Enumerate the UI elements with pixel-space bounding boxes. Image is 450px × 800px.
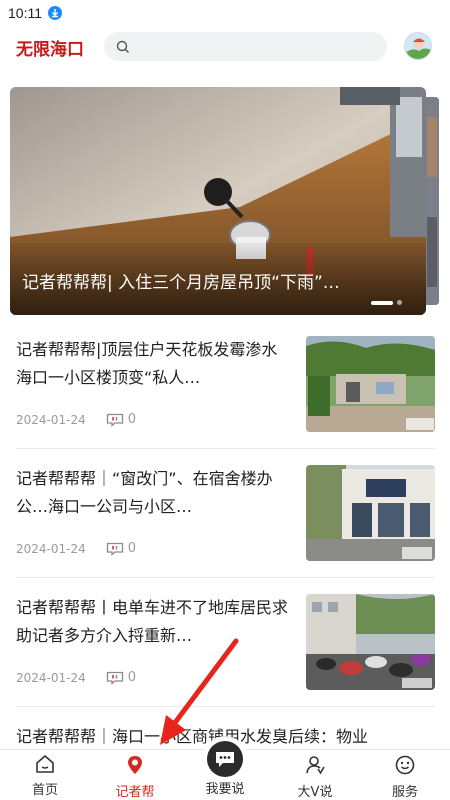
carousel-dot [397,300,402,305]
news-meta: 2024-01-24 0 [16,670,136,685]
comment-icon [106,671,123,685]
tab-label: 记者帮 [115,785,155,800]
header: 无限海口 [0,26,450,70]
news-date: 2024-01-24 [16,670,86,685]
comment-count: 0 [106,541,136,556]
news-title[interactable]: 记者帮帮帮|顶层住户天花板发霉渗水海口一小区楼顶变“私人… [16,336,292,392]
news-date: 2024-01-24 [16,412,86,427]
search-icon [116,40,130,53]
news-title[interactable]: 记者帮帮帮丨电单车进不了地库居民求助记者多方介入捋重新… [16,594,292,650]
banner-title[interactable]: 记者帮帮帮| 入住三个月房屋吊顶“下雨”… [22,268,408,293]
search-bar[interactable] [104,32,387,61]
tab-big-v[interactable]: 大V说 [270,750,360,800]
home-icon [36,755,54,773]
divider [16,448,435,449]
divider [16,577,435,578]
comment-icon [106,413,123,427]
news-meta: 2024-01-24 0 [16,541,136,556]
next-banner-preview[interactable] [425,97,439,305]
carousel-indicator [371,300,402,305]
search-input[interactable] [138,39,368,54]
chat-bubble-icon [207,741,243,777]
news-item[interactable]: 记者帮帮帮｜“窗改门”、在宿舍楼办公…海口一公司与小区… 2024-01-24 … [16,465,435,595]
banner-carousel[interactable]: 记者帮帮帮| 入住三个月房屋吊顶“下雨”… [10,87,426,315]
carousel-dot-active [371,300,393,305]
user-avatar[interactable] [404,32,432,60]
news-title[interactable]: 记者帮帮帮｜“窗改门”、在宿舍楼办公…海口一公司与小区… [16,465,292,521]
bottom-tab-bar: 首页 记者帮 我要说 大V说 服务 [0,736,450,800]
comment-count: 0 [106,412,136,427]
location-pin-icon [128,756,142,774]
news-thumbnail[interactable] [306,336,435,432]
tab-label: 大V说 [297,785,333,800]
tab-reporter-help[interactable]: 记者帮 [90,750,180,800]
tab-i-want-to-say[interactable]: 我要说 [180,736,270,800]
news-item[interactable]: 记者帮帮帮丨电单车进不了地库居民求助记者多方介入捋重新… 2024-01-24 … [16,594,435,724]
tab-home[interactable]: 首页 [0,750,90,800]
v-user-icon [306,756,325,775]
status-time: 10:11 [8,5,42,21]
smiley-icon [395,755,415,775]
tab-label: 首页 [31,783,58,798]
news-date: 2024-01-24 [16,541,86,556]
news-thumbnail[interactable] [306,594,435,690]
tab-label: 服务 [391,785,418,800]
comment-count: 0 [106,670,136,685]
center-tab-bump [203,736,247,780]
tab-label: 我要说 [205,782,245,797]
news-item[interactable]: 记者帮帮帮|顶层住户天花板发霉渗水海口一小区楼顶变“私人… 2024-01-24… [16,336,435,466]
news-thumbnail[interactable] [306,465,435,561]
news-meta: 2024-01-24 0 [16,412,136,427]
comment-icon [106,542,123,556]
divider [16,706,435,707]
tab-services[interactable]: 服务 [360,750,450,800]
status-bar: 10:11 [0,0,450,26]
download-notification-icon [48,6,62,20]
app-logo: 无限海口 [16,40,84,60]
